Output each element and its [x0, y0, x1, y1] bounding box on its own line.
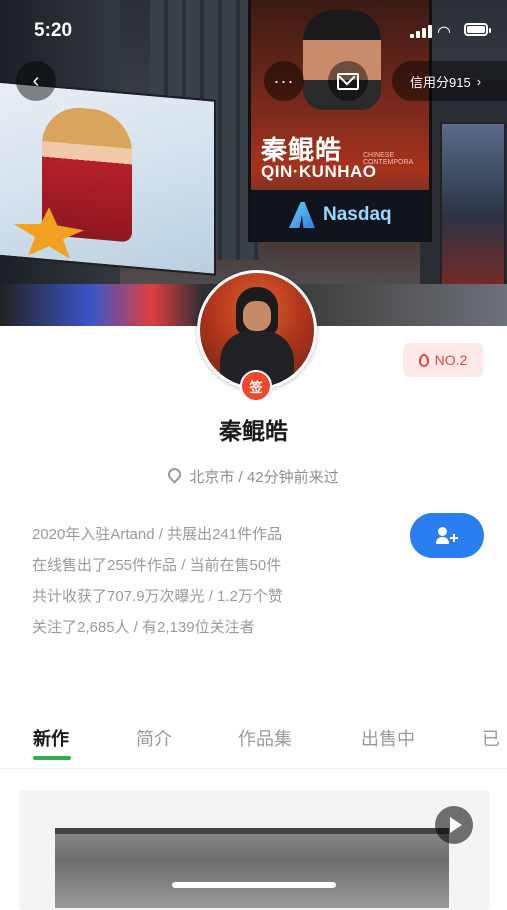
artist-name: 秦鲲皓: [219, 418, 288, 444]
nasdaq-label: Nasdaq: [323, 204, 392, 225]
mail-icon: [337, 72, 359, 90]
back-button[interactable]: ‹: [16, 61, 56, 101]
wifi-icon: ◠: [437, 24, 451, 41]
billboard-right: [440, 122, 506, 294]
chevron-left-icon: ‹: [32, 69, 40, 92]
stat-line: 在线售出了255件作品 / 当前在售50件: [32, 557, 282, 574]
nasdaq-logo-icon: [289, 202, 315, 228]
stat-line: 关注了2,685人 / 有2,139位关注者: [32, 619, 255, 636]
billboard-left: [0, 80, 216, 276]
follow-button[interactable]: [410, 513, 484, 558]
credit-score-label: 信用分915: [410, 74, 471, 90]
tab-sold[interactable]: 已: [482, 725, 500, 751]
stat-line: 共计收获了707.9万次曝光 / 1.2万个赞: [32, 588, 283, 605]
nasdaq-sign: Nasdaq: [251, 190, 429, 242]
home-indicator: [172, 882, 336, 888]
fire-icon: [418, 353, 429, 367]
add-user-icon: [436, 526, 458, 545]
tab-intro[interactable]: 简介: [136, 725, 172, 751]
billboard-name-en: QIN·KUNHAO: [261, 162, 377, 181]
more-icon: ···: [273, 70, 295, 91]
location-line: 北京市 / 42分钟前来过: [0, 465, 507, 487]
tab-new-works[interactable]: 新作: [33, 725, 69, 751]
status-time: 5:20: [34, 20, 73, 41]
location-text: 北京市 / 42分钟前来过: [189, 469, 339, 486]
play-icon[interactable]: [435, 806, 473, 844]
message-button[interactable]: [328, 61, 368, 101]
tab-collections[interactable]: 作品集: [238, 725, 292, 751]
chevron-right-icon: ›: [476, 73, 482, 89]
credit-score-button[interactable]: 信用分915 ›: [392, 61, 507, 101]
rank-label: NO.2: [434, 352, 468, 368]
more-button[interactable]: ···: [264, 61, 304, 101]
location-pin-icon: [165, 465, 185, 484]
tab-for-sale[interactable]: 出售中: [361, 725, 415, 751]
battery-icon: [464, 23, 491, 36]
artwork-image[interactable]: [55, 828, 449, 908]
stat-line: 2020年入驻Artand / 共展出241件作品: [32, 526, 283, 543]
signal-icon: [410, 24, 432, 38]
content-tabs: 新作 简介 作品集 出售中 已: [0, 720, 507, 769]
artist-stats: 2020年入驻Artand / 共展出241件作品 在线售出了255件作品 / …: [32, 525, 283, 649]
status-bar: 5:20 ◠: [0, 0, 507, 58]
active-tab-indicator: [33, 756, 71, 760]
signed-badge: 签: [240, 370, 272, 402]
rank-badge[interactable]: NO.2: [403, 343, 483, 377]
